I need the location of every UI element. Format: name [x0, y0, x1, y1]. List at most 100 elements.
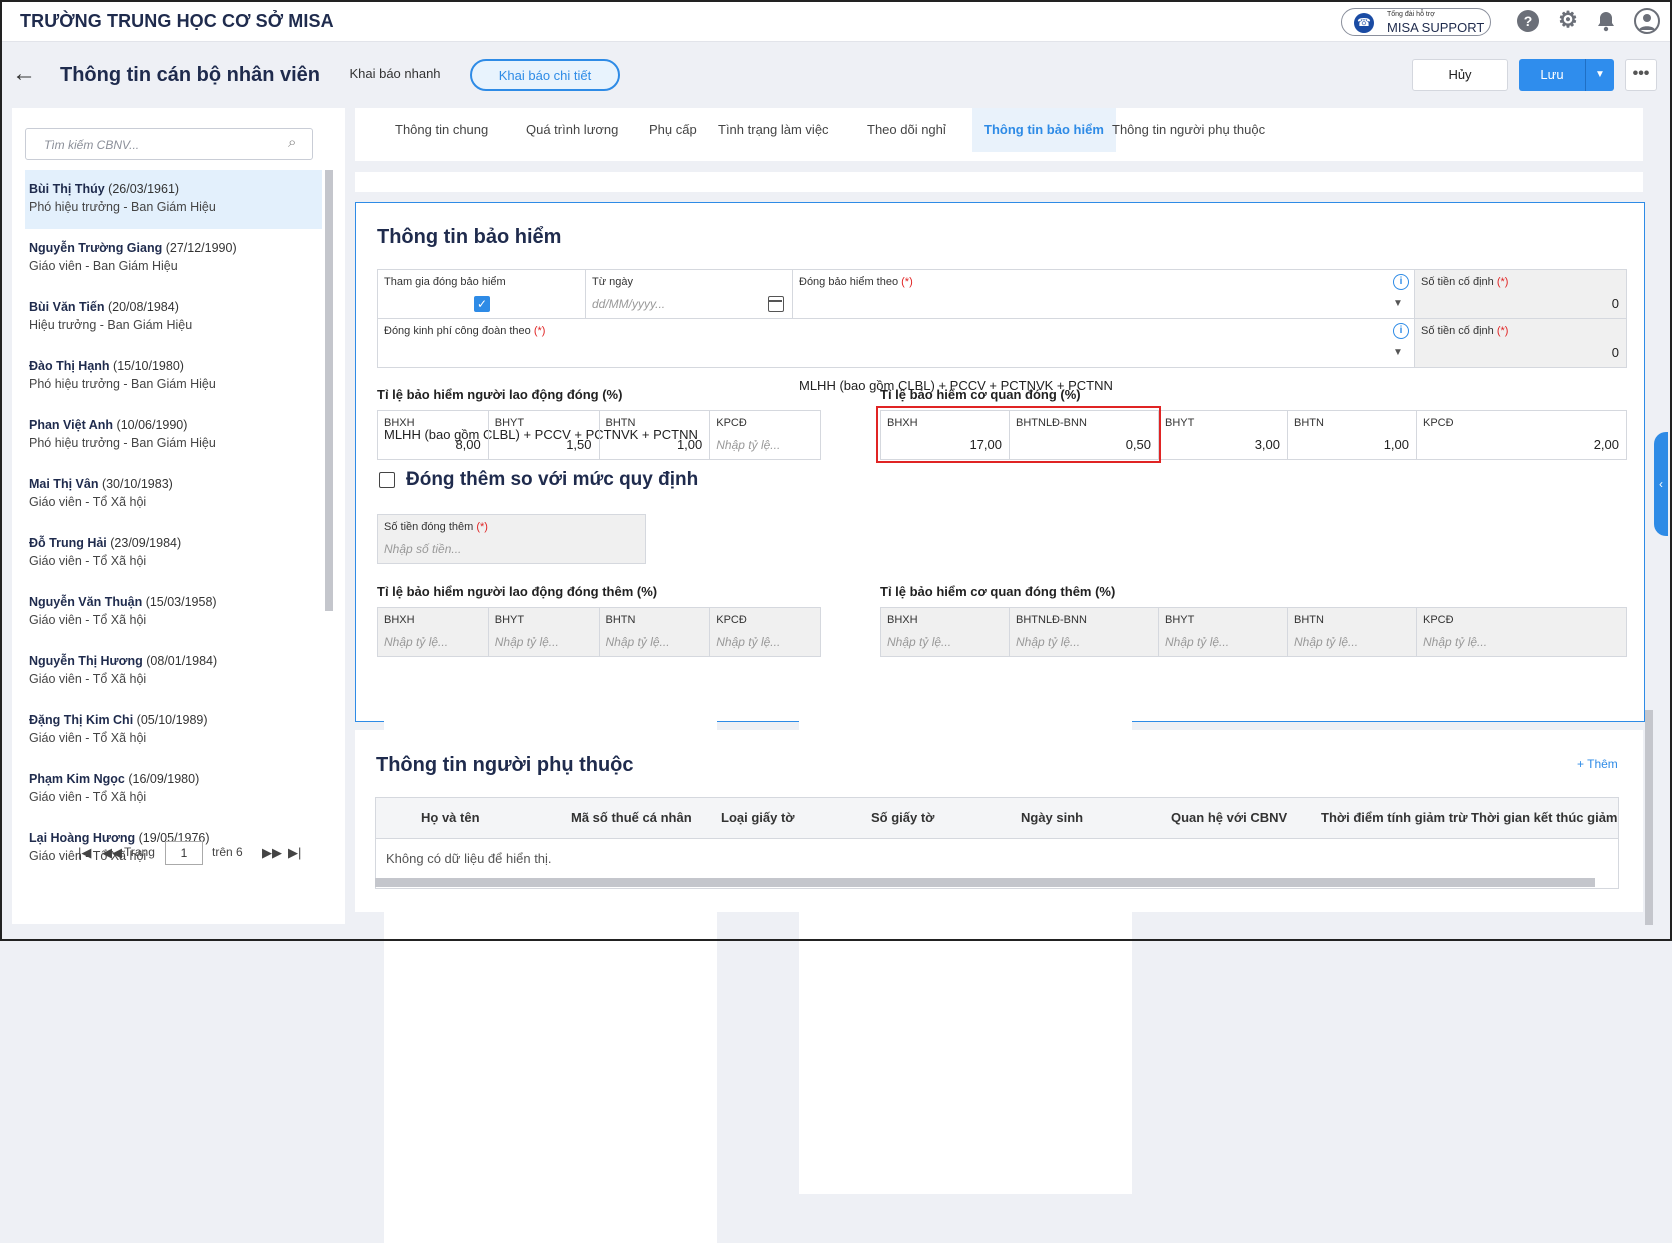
first-page-icon[interactable]: |◀	[78, 845, 91, 861]
employee-list-item[interactable]: Phan Việt Anh (10/06/1990) Phó hiệu trưởn…	[25, 406, 322, 465]
employee-list-item[interactable]: Nguyễn Văn Thuận (15/03/1958) Giáo viên -…	[25, 583, 322, 642]
employee-role: Hiệu trưởng - Ban Giám Hiệu	[29, 318, 193, 332]
employer-extra-kpcd-field[interactable]: KPCĐ Nhập tỷ lệ...	[1417, 608, 1626, 656]
employer-extra-bhxh-field[interactable]: BHXH Nhập tỷ lệ...	[881, 608, 1010, 656]
column-header[interactable]: Quan hệ với CBNV	[1171, 810, 1287, 825]
gear-icon[interactable]: ⚙	[1557, 9, 1579, 32]
employee-role: Giáo viên - Tổ Xã hội	[29, 495, 147, 509]
employee-list-item[interactable]: Bùi Thị Thúy (26/03/1961) Phó hiệu trưởng…	[25, 170, 322, 229]
employee-list-item[interactable]: Bùi Văn Tiến (20/08/1984) Hiệu trưởng - B…	[25, 288, 322, 347]
add-dependent-button[interactable]: + Thêm	[1577, 757, 1618, 771]
save-button[interactable]: Lưu	[1519, 59, 1585, 91]
employee-name: Nguyễn Văn Thuận	[29, 595, 143, 609]
tab-general[interactable]: Thông tin chung	[395, 108, 488, 152]
pay-by-select[interactable]: Đóng bảo hiểm theo (*) MLHH (bao gồm CLB…	[793, 270, 1415, 1194]
employer-extra-bhtn-field[interactable]: BHTN Nhập tỷ lệ...	[1288, 608, 1417, 656]
top-bar: TRƯỜNG TRUNG HỌC CƠ SỞ MISA ☎ Tổng đài h…	[0, 0, 1672, 42]
search-icon[interactable]: ⌕	[288, 134, 296, 151]
chevron-down-icon[interactable]: ▼	[1393, 347, 1403, 358]
employer-bhtn-field[interactable]: BHTN 1,00	[1288, 411, 1417, 459]
employee-name: Đặng Thị Kim Chi	[29, 713, 134, 727]
fixed-amount-2-value: 0	[1611, 345, 1619, 360]
cancel-button[interactable]: Hủy	[1412, 59, 1508, 91]
employee-list-item[interactable]: Đào Thị Hạnh (15/10/1980) Phó hiệu trưởng…	[25, 347, 322, 406]
calendar-icon[interactable]	[768, 296, 784, 312]
join-insurance-checkbox[interactable]: ✓	[474, 296, 490, 312]
tab-leave[interactable]: Theo dõi nghỉ	[867, 108, 946, 152]
employee-list-item[interactable]: Mai Thị Vân (30/10/1983) Giáo viên - Tổ X…	[25, 465, 322, 524]
column-header[interactable]: Thời điểm tính giảm trừ	[1321, 810, 1468, 825]
extra-payment-checkbox[interactable]	[379, 472, 395, 488]
misa-support-button[interactable]: ☎ Tổng đài hỗ trợ MISA SUPPORT	[1341, 8, 1491, 36]
prev-page-icon[interactable]: ◀◀	[102, 845, 122, 861]
last-page-icon[interactable]: ▶|	[288, 845, 301, 861]
employee-extra-kpcd-field[interactable]: KPCĐ Nhập tỷ lệ...	[710, 608, 820, 656]
page-number-input[interactable]: 1	[165, 841, 203, 865]
employee-bhxh-field[interactable]: BHXH 8,00	[378, 411, 489, 459]
bell-icon[interactable]	[1595, 10, 1617, 32]
from-date-field[interactable]: Từ ngày dd/MM/yyyy...	[586, 270, 793, 318]
employer-bhyt-field[interactable]: BHYT 3,00	[1159, 411, 1288, 459]
employer-kpcd-field[interactable]: KPCĐ 2,00	[1417, 411, 1626, 459]
save-dropdown-chevron-icon[interactable]: ▼	[1585, 59, 1614, 91]
collapse-panel-chevron-icon[interactable]: ‹	[1654, 432, 1668, 536]
union-fee-select[interactable]: Đóng kinh phí công đoàn theo (*) MLHH (b…	[378, 319, 1415, 1243]
employee-search-input[interactable]: Tìm kiếm CBNV... ⌕	[25, 128, 313, 160]
employee-bhyt-field[interactable]: BHYT 1,50	[489, 411, 600, 459]
avatar-icon[interactable]	[1634, 8, 1660, 34]
employee-list-item[interactable]: Nguyễn Trường Giang (27/12/1990) Giáo viê…	[25, 229, 322, 288]
column-header[interactable]: Họ và tên	[421, 810, 480, 825]
rate-placeholder: Nhập tỷ lệ...	[494, 635, 559, 649]
employee-extra-bhyt-field[interactable]: BHYT Nhập tỷ lệ...	[489, 608, 600, 656]
info-icon[interactable]: i	[1393, 274, 1409, 290]
join-insurance-cell: Tham gia đóng bảo hiểm ✓	[378, 270, 586, 318]
fixed-amount-2-label: Số tiền cố định (*)	[1421, 325, 1509, 337]
column-header[interactable]: Thời gian kết thúc giảm trừ	[1471, 810, 1618, 825]
column-header[interactable]: Ngày sinh	[1021, 810, 1083, 825]
more-options-button[interactable]: •••	[1625, 59, 1657, 91]
tab-work-status[interactable]: Tình trạng làm việc	[718, 108, 829, 152]
employer-extra-bhtnld-field[interactable]: BHTNLĐ-BNN Nhập tỷ lệ...	[1010, 608, 1159, 656]
quick-mode-button[interactable]: Khai báo nhanh	[320, 59, 470, 91]
fixed-amount-field[interactable]: Số tiền cố định (*) 0	[1415, 270, 1626, 318]
employee-name: Mai Thị Vân	[29, 477, 99, 491]
main-scrollbar[interactable]	[1645, 710, 1653, 925]
next-page-icon[interactable]: ▶▶	[262, 845, 282, 861]
help-icon[interactable]: ?	[1517, 10, 1539, 32]
employee-kpcd-field[interactable]: KPCĐ Nhập tỷ lệ...	[710, 411, 820, 459]
employee-list-item[interactable]: Đặng Thị Kim Chi (05/10/1989) Giáo viên -…	[25, 701, 322, 760]
column-header[interactable]: Mã số thuế cá nhân	[571, 810, 692, 825]
rate-label: BHXH	[887, 614, 918, 626]
search-placeholder: Tìm kiếm CBNV...	[44, 138, 140, 152]
extra-amount-field[interactable]: Số tiền đóng thêm (*) Nhập số tiền...	[377, 514, 646, 564]
rate-placeholder: Nhập tỷ lệ...	[1016, 635, 1081, 649]
column-header[interactable]: Số giấy tờ	[871, 810, 934, 825]
detail-mode-button[interactable]: Khai báo chi tiết	[470, 59, 620, 91]
employee-extra-bhtn-field[interactable]: BHTN Nhập tỷ lệ...	[600, 608, 711, 656]
rate-placeholder: Nhập tỷ lệ...	[384, 635, 449, 649]
tab-salary[interactable]: Quá trình lương	[526, 108, 618, 152]
employee-bhtn-field[interactable]: BHTN 1,00	[600, 411, 711, 459]
chevron-down-icon[interactable]: ▼	[1393, 298, 1403, 309]
tab-insurance[interactable]: Thông tin bảo hiểm	[972, 108, 1116, 152]
back-arrow-icon[interactable]: ←	[12, 62, 36, 86]
employer-extra-bhyt-field[interactable]: BHYT Nhập tỷ lệ...	[1159, 608, 1288, 656]
rate-label: BHXH	[384, 614, 415, 626]
tab-allowance[interactable]: Phụ cấp	[649, 108, 697, 152]
employee-role: Giáo viên - Ban Giám Hiệu	[29, 259, 178, 273]
table-horizontal-scrollbar[interactable]	[375, 878, 1595, 887]
employee-extra-bhxh-field[interactable]: BHXH Nhập tỷ lệ...	[378, 608, 489, 656]
dependents-table-header: Họ và tên Mã số thuế cá nhân Loại giấy t…	[375, 797, 1619, 839]
info-icon[interactable]: i	[1393, 323, 1409, 339]
rate-label: KPCĐ	[1423, 614, 1454, 626]
fixed-amount-2-field[interactable]: Số tiền cố định (*) 0	[1415, 319, 1626, 367]
employee-list-item[interactable]: Nguyễn Thị Hương (08/01/1984) Giáo viên -…	[25, 642, 322, 701]
employee-list-item[interactable]: Phạm Kim Ngọc (16/09/1980) Giáo viên - Tổ…	[25, 760, 322, 819]
phone-icon: ☎	[1354, 13, 1374, 33]
sidebar-scrollbar[interactable]	[325, 170, 333, 611]
employee-list-item[interactable]: Đỗ Trung Hải (23/09/1984) Giáo viên - Tổ …	[25, 524, 322, 583]
pagination: |◀ ◀◀ Trang 1 trên 6 ▶▶ ▶|	[62, 840, 322, 866]
column-header[interactable]: Loại giấy tờ	[721, 810, 795, 825]
tab-dependents[interactable]: Thông tin người phụ thuộc	[1112, 108, 1265, 152]
page-title: Thông tin cán bộ nhân viên	[60, 64, 320, 86]
